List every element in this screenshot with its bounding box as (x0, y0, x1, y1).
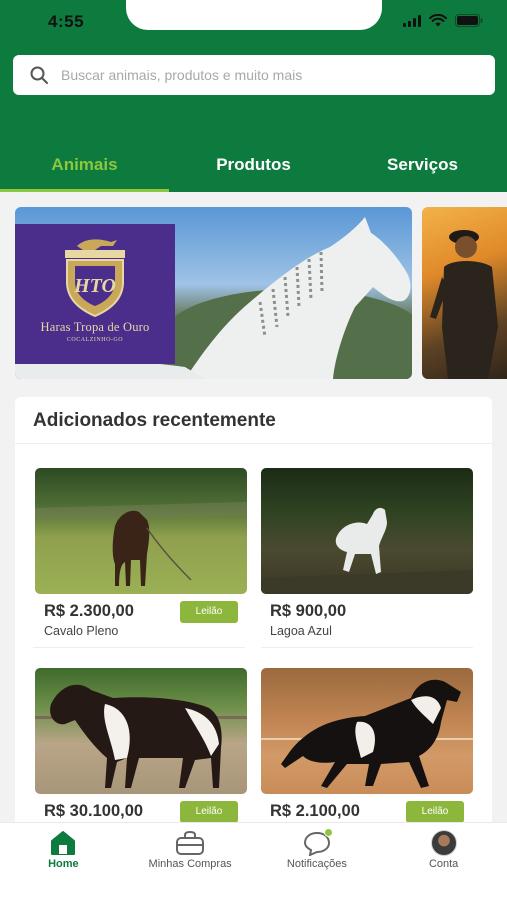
product-price: R$ 30.100,00 (44, 802, 144, 820)
nav-compras-label: Minhas Compras (148, 858, 232, 870)
product-price: R$ 900,00 (270, 602, 347, 620)
category-tabs: Animais Produtos Serviços (0, 140, 507, 192)
nav-conta-label: Conta (428, 858, 459, 870)
svg-text:HTO: HTO (73, 275, 116, 297)
battery-icon (455, 14, 483, 27)
brand-city: COCALZINHO-GO (66, 337, 124, 343)
status-bar: 4:55 (0, 0, 507, 44)
nav-conta[interactable]: Conta (380, 823, 507, 900)
horse-image (261, 679, 473, 788)
shield-icon: HTO (65, 239, 125, 318)
auction-badge: Leilão (406, 801, 464, 823)
row-divider (33, 647, 245, 648)
home-icon (48, 829, 78, 857)
nav-minhas-compras[interactable]: Minhas Compras (127, 823, 254, 900)
signal-icon (403, 14, 421, 27)
product-photo[interactable] (35, 468, 247, 594)
header: 4:55 Animais Produtos (0, 0, 507, 192)
nav-home[interactable]: Home (0, 823, 127, 900)
chat-bubble-icon (302, 828, 333, 857)
status-icons (403, 14, 483, 27)
section-divider (15, 443, 492, 444)
auction-badge: Leilão (180, 601, 238, 623)
tab-animais[interactable]: Animais (0, 140, 169, 192)
tab-servicos[interactable]: Serviços (338, 140, 507, 192)
search-bar[interactable] (13, 55, 495, 95)
nav-home-label: Home (48, 858, 79, 870)
status-time: 4:55 (48, 12, 85, 31)
section-title: Adicionados recentemente (33, 410, 276, 431)
brand-name: Haras Tropa de Ouro (40, 320, 150, 334)
search-icon (29, 65, 49, 85)
horse-image (35, 684, 247, 788)
app-screen: 4:55 Animais Produtos (0, 0, 507, 900)
banner-rider[interactable] (422, 207, 507, 379)
horse-image (35, 502, 247, 586)
nav-notificacoes[interactable]: Notificações (254, 823, 381, 900)
product-photo[interactable] (35, 668, 247, 794)
notification-dot (323, 828, 333, 837)
product-price: R$ 2.300,00 (44, 602, 134, 620)
brand-logo: HTO Haras Tropa de Ouro COCALZINHO-GO (15, 224, 175, 364)
product-name: Lagoa Azul (270, 624, 332, 638)
rider-image (430, 230, 498, 379)
nav-notificacoes-label: Notificações (286, 858, 347, 870)
recent-section: Adicionados recentemente R$ 2.300,00 Lei… (15, 397, 492, 837)
avatar (430, 830, 457, 856)
search-input[interactable] (61, 67, 481, 83)
bottom-navigation: Home Minhas Compras Notificações Conta (0, 822, 507, 900)
avatar-wrapper (429, 829, 459, 857)
banner-carousel[interactable]: HTO Haras Tropa de Ouro COCALZINHO-GO (15, 207, 507, 379)
product-price: R$ 2.100,00 (270, 802, 360, 820)
row-divider (261, 647, 473, 648)
device-notch (126, 0, 382, 30)
product-name: Cavalo Pleno (44, 624, 119, 638)
horse-image (261, 507, 473, 594)
bag-icon (175, 829, 205, 857)
auction-badge: Leilão (180, 801, 238, 823)
product-photo[interactable] (261, 668, 473, 794)
wifi-icon (429, 14, 447, 27)
product-photo[interactable] (261, 468, 473, 594)
tab-produtos[interactable]: Produtos (169, 140, 338, 192)
banner-haras-tropa-de-ouro[interactable]: HTO Haras Tropa de Ouro COCALZINHO-GO (15, 207, 412, 379)
